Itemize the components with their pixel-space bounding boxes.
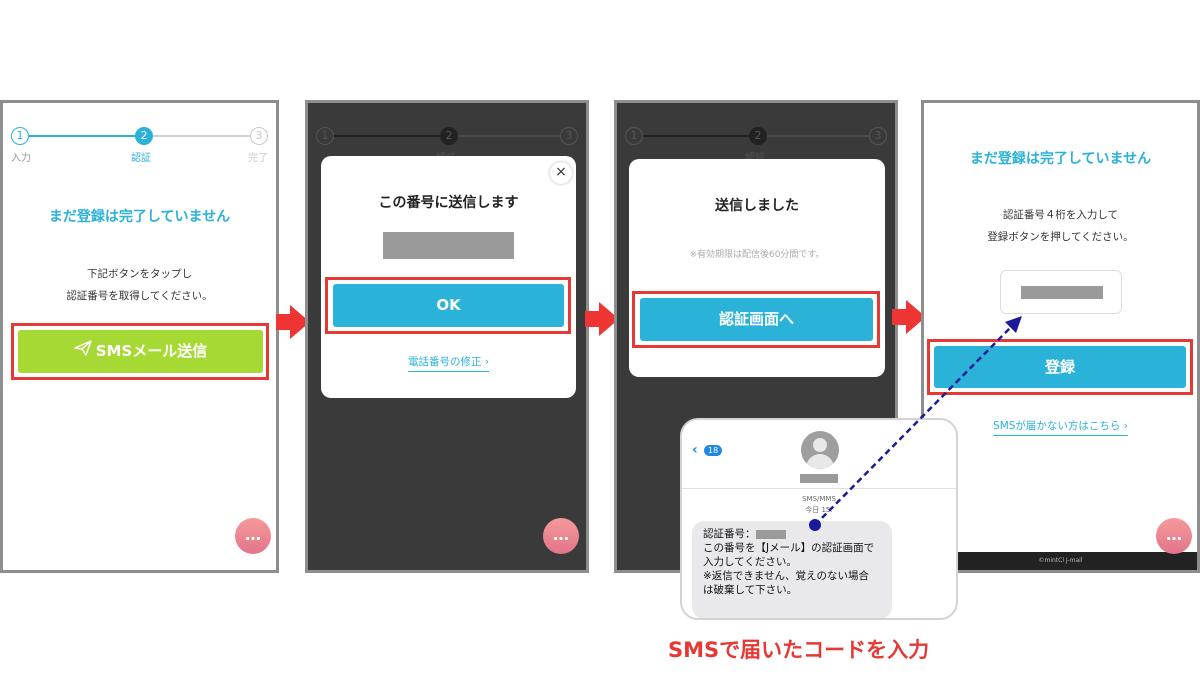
instruction-caption: SMSで届いたコードを入力 (668, 638, 930, 662)
code-connector-arrow (809, 316, 1022, 531)
connector-line (814, 323, 1015, 526)
connector-origin-dot (809, 519, 821, 531)
